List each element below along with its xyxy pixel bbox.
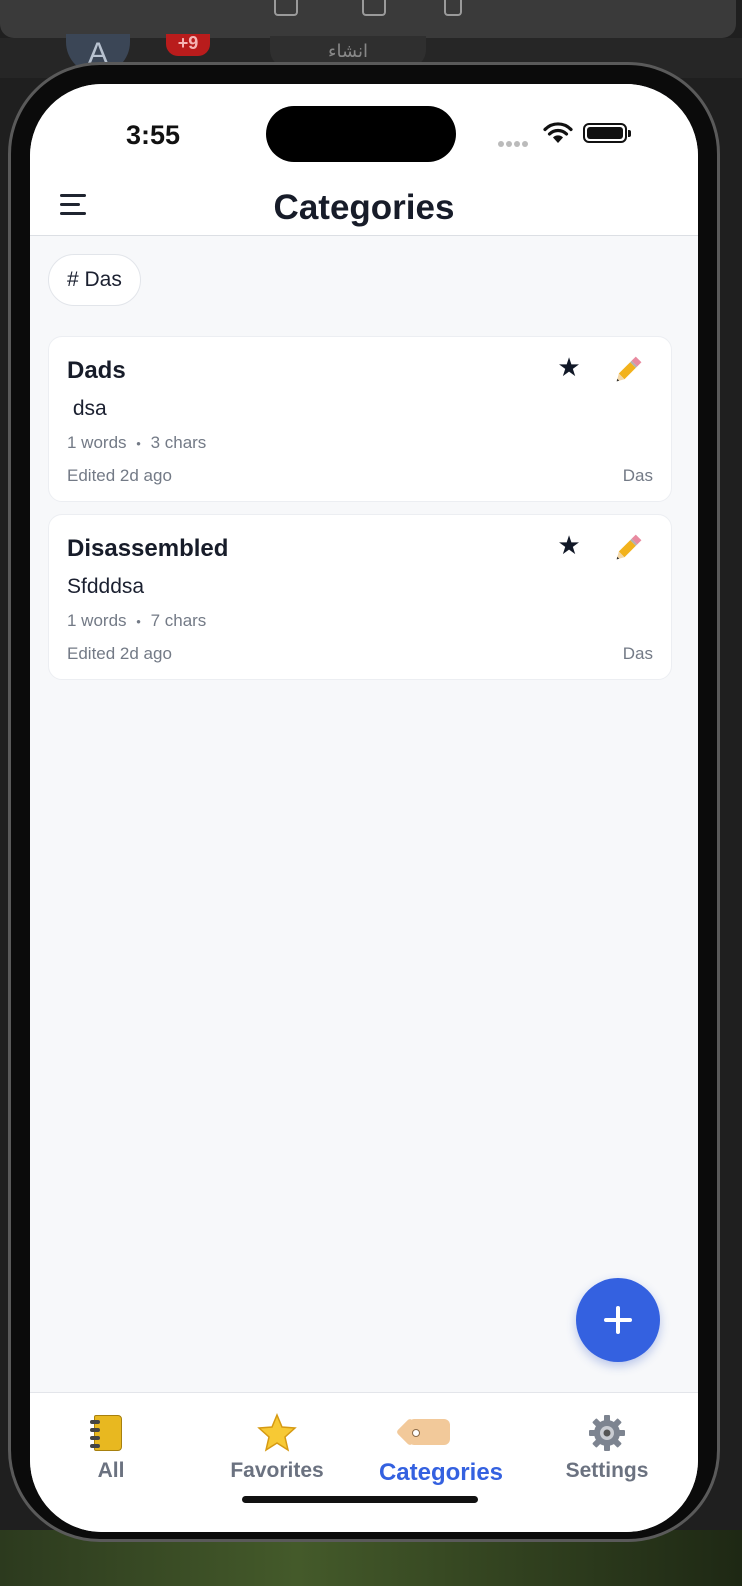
tab-label: Settings — [565, 1459, 649, 1482]
note-preview: Sfdddsa — [67, 575, 145, 598]
meta-separator: • — [136, 614, 141, 629]
menu-icon[interactable] — [60, 194, 90, 224]
favorite-star-icon[interactable]: ★ — [555, 531, 583, 559]
home-indicator[interactable] — [242, 1496, 478, 1503]
note-stats: 1 words • 3 chars — [67, 433, 206, 453]
note-stats: 1 words • 7 chars — [67, 611, 206, 631]
page-title: Categories — [273, 188, 455, 227]
tab-label: Categories — [378, 1459, 504, 1486]
edit-pencil-icon[interactable] — [611, 531, 645, 565]
note-card[interactable]: Disassembled ★ Sfdddsa 1 words • 7 chars… — [48, 514, 672, 680]
simulator-toolbar — [0, 0, 736, 38]
note-category: Das — [622, 466, 653, 485]
wifi-icon — [543, 122, 573, 143]
notebook-icon — [36, 1413, 186, 1453]
navigation-header: Categories — [30, 184, 698, 236]
note-category: Das — [622, 644, 653, 663]
edit-pencil-icon[interactable] — [611, 353, 645, 387]
category-filter-chip[interactable]: # Das — [48, 254, 141, 306]
tab-settings[interactable]: Settings — [532, 1413, 682, 1483]
tab-all[interactable]: All — [36, 1413, 186, 1483]
battery-icon — [583, 123, 631, 143]
tab-bar: All Favorites Categories Settings — [30, 1392, 698, 1532]
tab-label: All — [97, 1459, 125, 1482]
screenshot-icon[interactable] — [362, 0, 386, 16]
note-edited-time: Edited 2d ago — [67, 466, 172, 485]
gear-icon — [532, 1413, 682, 1453]
status-bar: 3:55 — [30, 84, 698, 184]
star-icon — [202, 1413, 352, 1453]
note-char-count: 7 chars — [150, 611, 207, 630]
app-screen: 3:55 Categories # Das Dads ★ dsa 1 words… — [30, 84, 698, 1532]
note-title: Dads — [67, 357, 126, 384]
cellular-signal-icon — [498, 134, 534, 147]
status-time: 3:55 — [126, 120, 181, 150]
note-char-count: 3 chars — [150, 433, 207, 452]
tab-categories[interactable]: Categories — [366, 1413, 516, 1487]
note-word-count: 1 words — [67, 433, 127, 452]
tag-icon — [366, 1413, 516, 1453]
home-icon[interactable] — [274, 0, 298, 16]
favorite-star-icon[interactable]: ★ — [555, 353, 583, 381]
note-card[interactable]: Dads ★ dsa 1 words • 3 chars Edited 2d a… — [48, 336, 672, 502]
meta-separator: • — [136, 436, 141, 451]
rotate-icon[interactable] — [444, 0, 462, 16]
tab-favorites[interactable]: Favorites — [202, 1413, 352, 1483]
note-preview: dsa — [67, 397, 107, 420]
note-word-count: 1 words — [67, 611, 127, 630]
note-title: Disassembled — [67, 535, 229, 562]
tab-label: Favorites — [230, 1459, 324, 1482]
add-note-button[interactable] — [576, 1278, 660, 1362]
background-badge: +9 — [166, 34, 210, 56]
dynamic-island — [266, 106, 456, 162]
note-edited-time: Edited 2d ago — [67, 644, 172, 663]
